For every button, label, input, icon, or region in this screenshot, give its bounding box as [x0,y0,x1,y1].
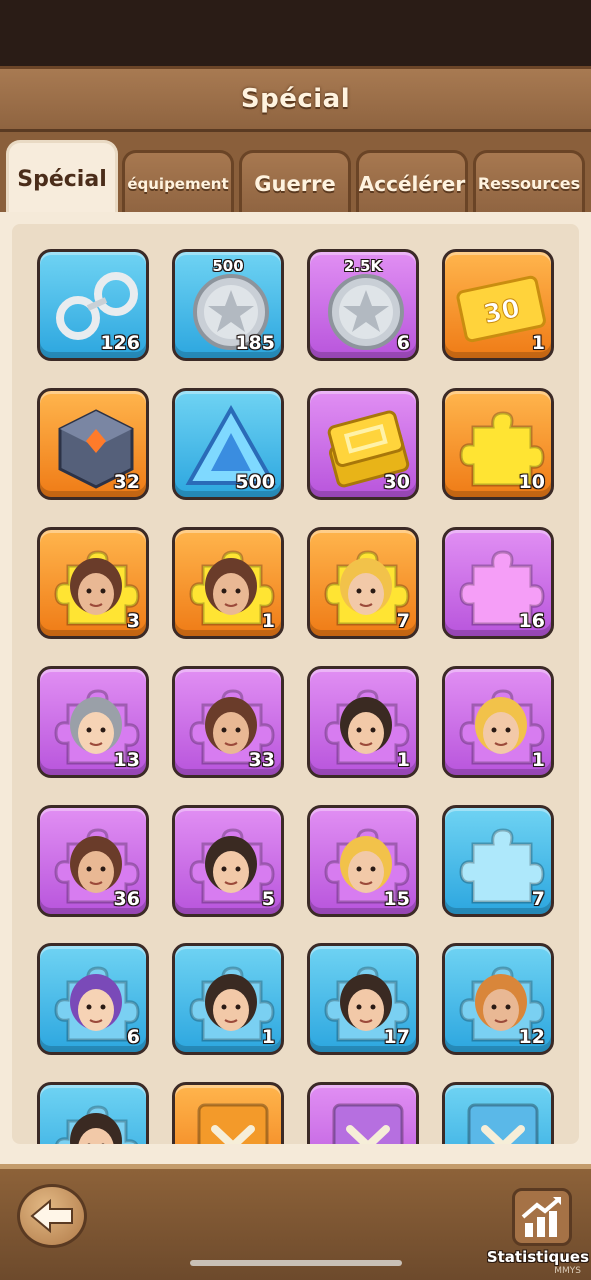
item-denomination: 500 [212,257,244,275]
item-quantity: 7 [531,888,545,910]
item-slot-blue-puzzle[interactable]: 7 [442,805,554,917]
item-quantity: 1 [531,332,545,354]
item-slot-hero-shard-gangster[interactable]: 33 [172,666,284,778]
tab-label: Ressources [477,174,581,193]
item-quantity: 13 [113,749,140,771]
item-quantity: 10 [518,471,545,493]
item-slot-hero-shard-violet[interactable]: 13 [37,666,149,778]
item-slot-orange-book[interactable] [172,1082,284,1144]
item-quantity: 30 [383,471,410,493]
item-slot-silver-coin-500[interactable]: 500 185 [172,249,284,361]
tab-label: Spécial [17,167,107,192]
tab-speedup[interactable]: Accélérer [356,150,468,214]
item-slot-blue-book[interactable] [442,1082,554,1144]
item-slot-hero-shard-pink[interactable] [37,1082,149,1144]
item-quantity: 36 [113,888,140,910]
item-slot-hero-shard-glasses[interactable]: 7 [307,527,419,639]
item-quantity: 17 [383,1026,410,1048]
tab-label: Guerre [254,171,336,196]
item-quantity: 16 [518,610,545,632]
book-icon [316,1093,416,1144]
item-quantity: 6 [126,1026,140,1048]
item-slot-hero-shard-redhead[interactable]: 1 [442,666,554,778]
item-slot-silver-coin-2-5k[interactable]: 2.5K 6 [307,249,419,361]
item-quantity: 15 [383,888,410,910]
item-slot-hero-shard-boss[interactable]: 5 [172,805,284,917]
watermark: MMYS [554,1266,581,1276]
item-quantity: 7 [396,610,410,632]
item-slot-hero-shard-gray[interactable]: 1 [307,666,419,778]
statistics-label: Statistiques [486,1248,589,1266]
item-slot-gold-puzzle[interactable]: 10 [442,388,554,500]
item-quantity: 5 [261,888,275,910]
item-slot-hero-shard-dark-hair[interactable]: 6 [37,943,149,1055]
item-quantity: 1 [531,749,545,771]
item-slot-mystic-cube[interactable]: 32 [37,388,149,500]
item-quantity: 1 [261,610,275,632]
item-quantity: 3 [126,610,140,632]
tab-resources[interactable]: Ressources [473,150,585,214]
item-slot-hero-shard-thug[interactable]: 1 [172,943,284,1055]
item-slot-purple-book[interactable] [307,1082,419,1144]
book-icon [451,1093,551,1144]
item-slot-handcuffs[interactable]: 126 [37,249,149,361]
item-quantity: 126 [100,332,140,354]
item-slot-gold-bars[interactable]: 30 [307,388,419,500]
title-bar: Spécial [0,66,591,132]
item-slot-hero-shard-beard-blue[interactable]: 17 [307,943,419,1055]
item-quantity: 12 [518,1026,545,1048]
item-quantity: 1 [261,1026,275,1048]
item-quantity: 1 [396,749,410,771]
tab-bar: Spécial équipement Guerre Accélérer Ress… [0,132,591,216]
tab-war[interactable]: Guerre [239,150,351,214]
item-denomination: 2.5K [343,257,383,275]
item-slot-hero-shard-brunette[interactable]: 36 [37,805,149,917]
item-slot-purple-puzzle[interactable]: 16 [442,527,554,639]
item-quantity: 500 [235,471,275,493]
item-slot-hero-shard-blonde-2[interactable]: 1 [172,527,284,639]
page-title: Spécial [240,84,351,114]
item-slot-ticket-30[interactable]: 30 1 [442,249,554,361]
tab-label: équipement [127,174,229,193]
tab-equipment[interactable]: équipement [122,150,234,214]
hero-shard-icon [46,1093,146,1144]
tab-label: Accélérer [358,171,466,196]
back-button[interactable] [17,1184,87,1248]
book-icon [181,1093,281,1144]
status-bar-area [0,0,591,66]
item-quantity: 185 [235,332,275,354]
statistics-button[interactable] [512,1188,572,1246]
home-indicator [190,1260,402,1266]
chart-up-icon [521,1197,561,1237]
item-quantity: 32 [113,471,140,493]
item-quantity: 33 [248,749,275,771]
item-slot-blue-crystal[interactable]: 500 [172,388,284,500]
item-slot-hero-shard-blonde-blue[interactable]: 12 [442,943,554,1055]
item-slot-hero-shard-bearded[interactable]: 15 [307,805,419,917]
item-slot-hero-shard-blonde-1[interactable]: 3 [37,527,149,639]
item-grid: 126 500 185 2.5K 6 30 1 32 500 30 10 3 1 7 16 13 33 1 1 36 5… [12,224,579,1144]
item-quantity: 6 [396,332,410,354]
back-arrow-icon [30,1198,73,1234]
tab-special[interactable]: Spécial [6,140,118,216]
